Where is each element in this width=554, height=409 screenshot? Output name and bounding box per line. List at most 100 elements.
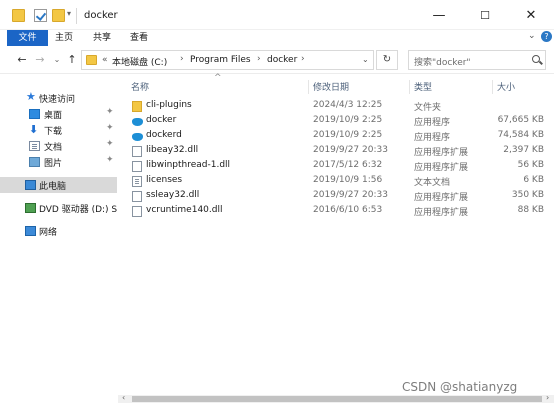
file-date: 2024/4/3 12:25: [313, 100, 383, 110]
file-type: 文件夹: [414, 103, 442, 113]
forward-button[interactable]: →: [32, 52, 48, 68]
file-type: 应用程序扩展: [414, 148, 469, 158]
quick-access-toolbar-dropdown-icon[interactable]: ▾: [67, 9, 71, 18]
breadcrumb-local-disk[interactable]: 本地磁盘 (C:): [112, 55, 167, 68]
back-button[interactable]: ←: [14, 52, 30, 68]
column-divider[interactable]: [492, 80, 493, 94]
file-date: 2019/9/27 20:33: [313, 145, 388, 155]
file-row[interactable]: libwinpthread-1.dll 2017/5/12 6:32 应用程序扩…: [122, 159, 549, 174]
file-row[interactable]: docker 2019/10/9 2:25 应用程序 67,665 KB: [122, 114, 549, 129]
sidebar-item-dvd-drive[interactable]: DVD 驱动器 (D:) SSS: [0, 200, 117, 216]
sidebar-item-this-pc[interactable]: 此电脑: [0, 177, 117, 193]
address-bar[interactable]: « 本地磁盘 (C:) › Program Files › docker › ⌄: [81, 50, 374, 70]
properties-icon[interactable]: [34, 9, 47, 22]
address-dropdown-icon[interactable]: ⌄: [362, 55, 369, 64]
column-header-date[interactable]: 修改日期: [313, 80, 349, 94]
file-row[interactable]: libeay32.dll 2019/9/27 20:33 应用程序扩展 2,39…: [122, 144, 549, 159]
help-icon[interactable]: ?: [541, 31, 552, 42]
file-date: 2019/10/9 2:25: [313, 115, 383, 125]
file-type: 应用程序扩展: [414, 193, 469, 203]
tab-share[interactable]: 共享: [88, 30, 116, 46]
dll-icon: [132, 146, 142, 157]
file-name: dockerd: [146, 130, 182, 140]
scrollbar-thumb[interactable]: [132, 396, 542, 402]
file-name: licenses: [146, 175, 183, 185]
computer-icon: [25, 180, 36, 190]
file-name: libwinpthread-1.dll: [146, 160, 231, 170]
file-size: 56 KB: [517, 160, 544, 170]
file-row[interactable]: ssleay32.dll 2019/9/27 20:33 应用程序扩展 350 …: [122, 189, 549, 204]
dvd-drive-icon: [25, 203, 36, 213]
ribbon-expand-icon[interactable]: ⌄: [528, 31, 536, 41]
folder-icon: [12, 9, 25, 22]
file-size: 74,584 KB: [497, 130, 544, 140]
horizontal-scrollbar[interactable]: ‹ ›: [118, 393, 554, 403]
breadcrumb-separator[interactable]: ›: [257, 54, 261, 64]
pin-icon[interactable]: ✦: [106, 139, 114, 149]
folder-icon: [132, 101, 142, 112]
file-row[interactable]: dockerd 2019/10/9 2:25 应用程序 74,584 KB: [122, 129, 549, 144]
tab-home[interactable]: 主页: [50, 30, 78, 46]
file-name: libeay32.dll: [146, 145, 199, 155]
refresh-button[interactable]: ↻: [376, 50, 398, 70]
dll-icon: [132, 206, 142, 217]
file-type: 应用程序: [414, 133, 451, 143]
sidebar-item-label: 下载: [44, 127, 63, 137]
sidebar-item-network[interactable]: 网络: [0, 223, 117, 239]
star-icon: ★: [26, 90, 36, 103]
sort-ascending-icon: ^: [214, 73, 222, 83]
file-size: 6 KB: [523, 175, 544, 185]
up-button[interactable]: ↑: [64, 52, 80, 68]
breadcrumb-separator[interactable]: ›: [180, 54, 184, 64]
column-divider[interactable]: [409, 80, 410, 94]
dll-icon: [132, 161, 142, 172]
breadcrumb-separator[interactable]: ›: [301, 54, 305, 64]
pin-icon[interactable]: ✦: [106, 123, 114, 133]
scroll-right-icon[interactable]: ›: [546, 393, 549, 402]
title-bar: ▾ docker — ☐ ✕: [0, 0, 554, 30]
tab-view[interactable]: 查看: [125, 30, 153, 46]
minimize-button[interactable]: —: [416, 0, 462, 30]
column-header-name[interactable]: 名称: [131, 80, 149, 94]
pin-icon[interactable]: ✦: [106, 155, 114, 165]
file-size: 2,397 KB: [503, 145, 544, 155]
scroll-left-icon[interactable]: ‹: [122, 393, 125, 402]
file-type: 应用程序扩展: [414, 163, 469, 173]
desktop-icon: [29, 109, 40, 119]
file-name: docker: [146, 115, 177, 125]
maximize-button[interactable]: ☐: [462, 0, 508, 30]
file-date: 2019/10/9 1:56: [313, 175, 383, 185]
download-icon: ⬇: [29, 123, 39, 136]
search-box[interactable]: 搜索"docker": [408, 50, 546, 70]
sidebar-item-desktop[interactable]: 桌面 ✦: [0, 106, 117, 122]
address-folder-icon: [86, 55, 97, 65]
file-row[interactable]: cli-plugins 2024/4/3 12:25 文件夹: [122, 99, 549, 114]
sidebar-item-pictures[interactable]: 图片 ✦: [0, 154, 117, 170]
tab-file[interactable]: 文件: [7, 30, 48, 46]
sidebar-item-quick-access[interactable]: ★ 快速访问: [0, 90, 117, 106]
sidebar-item-label: DVD 驱动器 (D:) SSS: [39, 205, 117, 215]
breadcrumb-program-files[interactable]: Program Files: [190, 55, 251, 65]
pin-icon[interactable]: ✦: [106, 107, 114, 117]
file-date: 2017/5/12 6:32: [313, 160, 383, 170]
new-folder-icon[interactable]: [52, 9, 65, 22]
close-button[interactable]: ✕: [508, 0, 554, 30]
file-list: ^ 名称 修改日期 类型 大小 cli-plugins 2024/4/3 12:…: [122, 73, 549, 390]
picture-icon: [29, 157, 40, 167]
column-header-type[interactable]: 类型: [414, 80, 432, 94]
breadcrumb-docker[interactable]: docker: [267, 55, 297, 65]
sidebar-item-downloads[interactable]: ⬇ 下载 ✦: [0, 122, 117, 138]
text-file-icon: [132, 176, 142, 187]
file-row[interactable]: vcruntime140.dll 2016/6/10 6:53 应用程序扩展 8…: [122, 204, 549, 219]
recent-locations-icon[interactable]: ⌄: [49, 52, 65, 68]
file-size: 88 KB: [517, 205, 544, 215]
sidebar-item-documents[interactable]: 文档 ✦: [0, 138, 117, 154]
file-type: 文本文档: [414, 178, 451, 188]
search-input[interactable]: 搜索"docker": [414, 55, 471, 68]
title-separator: [76, 8, 77, 24]
column-divider[interactable]: [308, 80, 309, 94]
file-date: 2016/6/10 6:53: [313, 205, 383, 215]
file-row[interactable]: licenses 2019/10/9 1:56 文本文档 6 KB: [122, 174, 549, 189]
column-header-size[interactable]: 大小: [497, 80, 515, 94]
breadcrumb-overflow[interactable]: «: [102, 55, 108, 65]
